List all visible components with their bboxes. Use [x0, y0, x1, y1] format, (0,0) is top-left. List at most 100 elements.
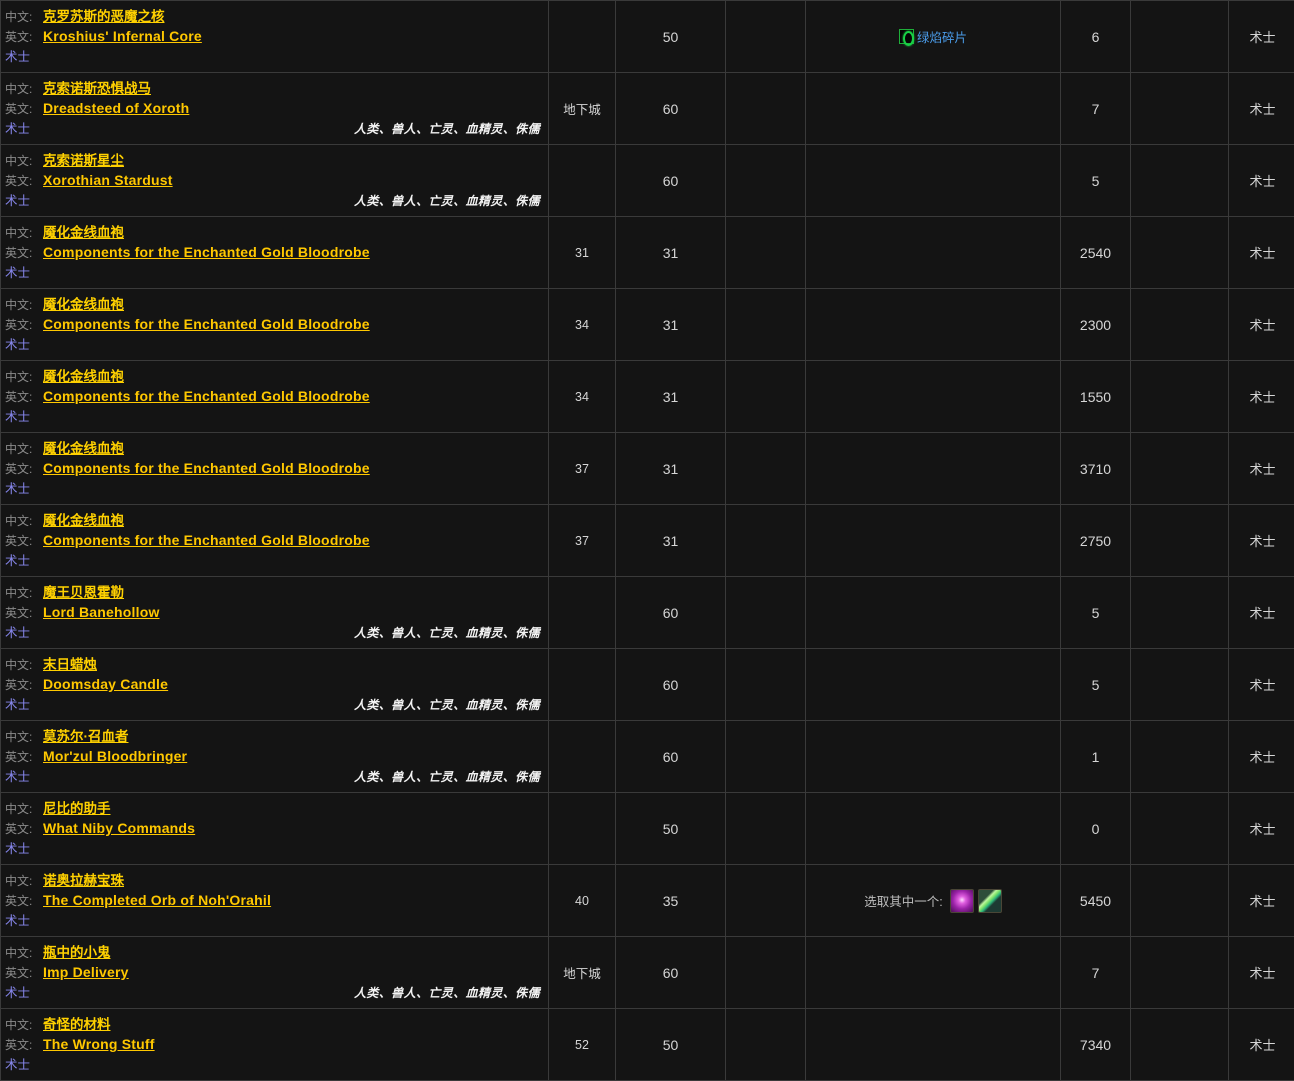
quest-link-en[interactable]: Components for the Enchanted Gold Bloodr… — [43, 459, 370, 478]
quest-link-zh[interactable]: 魇化金线血袍 — [43, 511, 124, 530]
zone-cell: 34 — [549, 289, 616, 361]
quest-link-en[interactable]: Components for the Enchanted Gold Bloodr… — [43, 531, 370, 550]
quest-link-zh[interactable]: 魇化金线血袍 — [43, 439, 124, 458]
quest-link-en[interactable]: The Completed Orb of Noh'Orahil — [43, 891, 271, 910]
quest-link-en[interactable]: Imp Delivery — [43, 963, 129, 982]
quest-name-block: 中文:克索诺斯星尘英文:Xorothian Stardust术士人类、兽人、亡灵… — [1, 145, 548, 216]
quest-name-cell: 中文:尼比的助手英文:What Niby Commands术士 — [1, 793, 549, 865]
quest-link-en[interactable]: The Wrong Stuff — [43, 1035, 155, 1054]
zh-label: 中文: — [1, 80, 43, 99]
quest-link-en[interactable]: Kroshius' Infernal Core — [43, 27, 202, 46]
en-label: 英文: — [1, 1036, 43, 1055]
quest-class-label: 术士 — [1, 48, 30, 66]
class-cell: 术士 — [1229, 937, 1294, 1009]
quest-name-zh-line: 中文:瓶中的小鬼 — [1, 943, 548, 963]
table-row[interactable]: 中文:魇化金线血袍英文:Components for the Enchanted… — [1, 289, 1294, 361]
quest-name-en-line: 英文:Components for the Enchanted Gold Blo… — [1, 315, 548, 335]
table-row[interactable]: 中文:末日蜡烛英文:Doomsday Candle术士人类、兽人、亡灵、血精灵、… — [1, 649, 1294, 721]
table-row[interactable]: 中文:诺奥拉赫宝珠英文:The Completed Orb of Noh'Ora… — [1, 865, 1294, 937]
table-row[interactable]: 中文:魇化金线血袍英文:Components for the Enchanted… — [1, 433, 1294, 505]
quest-meta-line: 术士 — [1, 408, 548, 426]
money-cell — [1131, 721, 1229, 793]
reward-item-label: 绿焰碎片 — [917, 27, 967, 46]
table-row[interactable]: 中文:魔王贝恩霍勒英文:Lord Banehollow术士人类、兽人、亡灵、血精… — [1, 577, 1294, 649]
quest-meta-line: 术士 — [1, 552, 548, 570]
quest-name-cell: 中文:奇怪的材料英文:The Wrong Stuff 术士 — [1, 1009, 549, 1081]
rewards-cell — [806, 937, 1061, 1009]
quest-class-label: 术士 — [1, 264, 30, 282]
table-row[interactable]: 中文:魇化金线血袍英文:Components for the Enchanted… — [1, 361, 1294, 433]
quest-meta-line: 术士人类、兽人、亡灵、血精灵、侏儒 — [1, 984, 548, 1002]
quest-meta-line: 术士 — [1, 336, 548, 354]
quest-link-zh[interactable]: 克索诺斯星尘 — [43, 151, 124, 170]
quest-name-block: 中文:尼比的助手英文:What Niby Commands术士 — [1, 793, 548, 864]
class-cell: 术士 — [1229, 577, 1294, 649]
quest-link-zh[interactable]: 奇怪的材料 — [43, 1015, 111, 1034]
quest-link-en[interactable]: Components for the Enchanted Gold Bloodr… — [43, 243, 370, 262]
quest-name-en-line: 英文:Mor'zul Bloodbringer — [1, 747, 548, 767]
money-cell — [1131, 1009, 1229, 1081]
table-row[interactable]: 中文:莫苏尔·召血者英文:Mor'zul Bloodbringer术士人类、兽人… — [1, 721, 1294, 793]
quest-link-zh[interactable]: 魇化金线血袍 — [43, 295, 124, 314]
zh-label: 中文: — [1, 584, 43, 603]
quest-class-label: 术士 — [1, 696, 30, 714]
table-row[interactable]: 中文:尼比的助手英文:What Niby Commands术士500术士 — [1, 793, 1294, 865]
experience-cell: 2540 — [1061, 217, 1131, 289]
quest-link-zh[interactable]: 克罗苏斯的恶魔之核 — [43, 7, 165, 26]
experience-cell: 1550 — [1061, 361, 1131, 433]
experience-cell: 7340 — [1061, 1009, 1131, 1081]
quest-link-zh[interactable]: 魔王贝恩霍勒 — [43, 583, 124, 602]
quest-meta-line: 术士 — [1, 264, 548, 282]
quest-name-cell: 中文:瓶中的小鬼英文:Imp Delivery术士人类、兽人、亡灵、血精灵、侏儒 — [1, 937, 549, 1009]
quest-link-zh[interactable]: 末日蜡烛 — [43, 655, 97, 674]
table-row[interactable]: 中文:魇化金线血袍英文:Components for the Enchanted… — [1, 505, 1294, 577]
required-level-cell — [726, 73, 806, 145]
quest-link-en[interactable]: Mor'zul Bloodbringer — [43, 747, 187, 766]
quest-name-zh-line: 中文:尼比的助手 — [1, 799, 548, 819]
quest-link-en[interactable]: Components for the Enchanted Gold Bloodr… — [43, 315, 370, 334]
reward-item-link[interactable]: 绿焰碎片 — [899, 27, 967, 46]
class-cell: 术士 — [1229, 73, 1294, 145]
quest-link-en[interactable]: Components for the Enchanted Gold Bloodr… — [43, 387, 370, 406]
required-level-cell — [726, 433, 806, 505]
quest-link-en[interactable]: Doomsday Candle — [43, 675, 168, 694]
money-cell — [1131, 1, 1229, 73]
en-label: 英文: — [1, 172, 43, 191]
experience-cell: 5 — [1061, 577, 1131, 649]
quest-name-block: 中文:瓶中的小鬼英文:Imp Delivery术士人类、兽人、亡灵、血精灵、侏儒 — [1, 937, 548, 1008]
quest-name-cell: 中文:克索诺斯星尘英文:Xorothian Stardust术士人类、兽人、亡灵… — [1, 145, 549, 217]
quest-link-zh[interactable]: 克索诺斯恐惧战马 — [43, 79, 151, 98]
table-row[interactable]: 中文:克罗苏斯的恶魔之核英文:Kroshius' Infernal Core术士… — [1, 1, 1294, 73]
required-level-cell — [726, 289, 806, 361]
quest-name-cell: 中文:魇化金线血袍英文:Components for the Enchanted… — [1, 217, 549, 289]
en-label: 英文: — [1, 28, 43, 47]
table-row[interactable]: 中文:魇化金线血袍英文:Components for the Enchanted… — [1, 217, 1294, 289]
quest-link-zh[interactable]: 诺奥拉赫宝珠 — [43, 871, 124, 890]
table-row[interactable]: 中文:克索诺斯星尘英文:Xorothian Stardust术士人类、兽人、亡灵… — [1, 145, 1294, 217]
level-cell: 60 — [616, 721, 726, 793]
quest-link-en[interactable]: Dreadsteed of Xoroth — [43, 99, 189, 118]
quest-meta-line: 术士 — [1, 1056, 548, 1074]
quest-meta-line: 术士人类、兽人、亡灵、血精灵、侏儒 — [1, 624, 548, 642]
level-cell: 60 — [616, 937, 726, 1009]
quest-name-zh-line: 中文:莫苏尔·召血者 — [1, 727, 548, 747]
quest-class-label: 术士 — [1, 120, 30, 138]
quest-link-zh[interactable]: 莫苏尔·召血者 — [43, 727, 129, 746]
table-row[interactable]: 中文:奇怪的材料英文:The Wrong Stuff术士52507340术士 — [1, 1009, 1294, 1081]
zh-label: 中文: — [1, 1016, 43, 1035]
table-row[interactable]: 中文:瓶中的小鬼英文:Imp Delivery术士人类、兽人、亡灵、血精灵、侏儒… — [1, 937, 1294, 1009]
quest-link-en[interactable]: Xorothian Stardust — [43, 171, 173, 190]
quest-link-zh[interactable]: 尼比的助手 — [43, 799, 111, 818]
green-blade-icon[interactable] — [978, 889, 1002, 913]
rewards-cell — [806, 793, 1061, 865]
quest-link-zh[interactable]: 魇化金线血袍 — [43, 223, 124, 242]
en-label: 英文: — [1, 676, 43, 695]
table-row[interactable]: 中文:克索诺斯恐惧战马英文:Dreadsteed of Xoroth术士人类、兽… — [1, 73, 1294, 145]
quest-link-en[interactable]: What Niby Commands — [43, 819, 195, 838]
quest-link-zh[interactable]: 瓶中的小鬼 — [43, 943, 111, 962]
purple-orb-icon[interactable] — [950, 889, 974, 913]
quest-name-en-line: 英文:Lord Banehollow — [1, 603, 548, 623]
quest-link-en[interactable]: Lord Banehollow — [43, 603, 160, 622]
quest-link-zh[interactable]: 魇化金线血袍 — [43, 367, 124, 386]
quest-races-label: 人类、兽人、亡灵、血精灵、侏儒 — [354, 984, 548, 1002]
